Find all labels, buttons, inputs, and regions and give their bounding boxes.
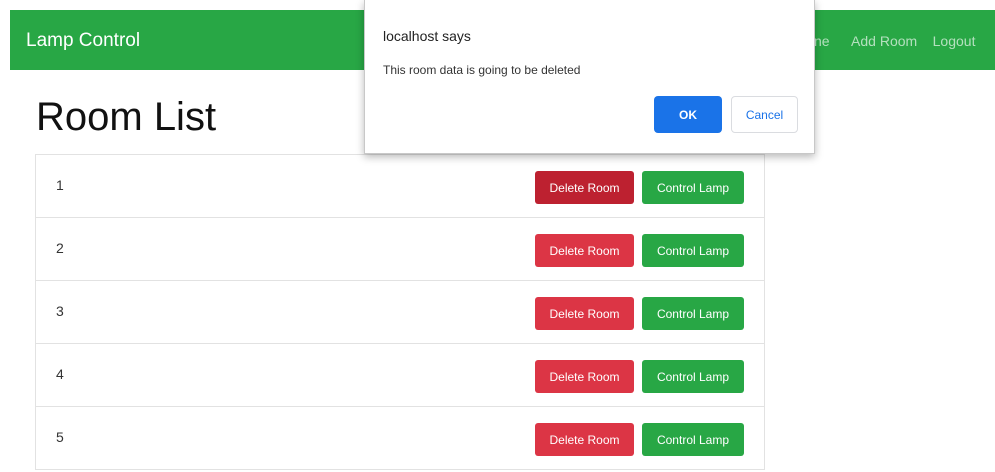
control-lamp-button[interactable]: Control Lamp [642,360,744,393]
control-lamp-button[interactable]: Control Lamp [642,171,744,204]
nav-link-add-room[interactable]: Add Room [851,33,917,49]
dialog-title: localhost says [383,28,471,44]
room-row-3: 3 Delete Room Control Lamp [36,281,764,344]
nav-link-logout[interactable]: Logout [933,33,976,49]
room-name: 2 [56,240,64,256]
page-title: Room List [36,95,217,139]
control-lamp-button[interactable]: Control Lamp [642,423,744,456]
room-name: 5 [56,429,64,445]
delete-room-button[interactable]: Delete Room [535,423,634,456]
page: Lamp Control ne Add Room Logout Room Lis… [0,0,995,472]
control-lamp-button[interactable]: Control Lamp [642,297,744,330]
room-name: 1 [56,177,64,193]
nav-links: ne Add Room Logout [814,33,986,51]
delete-room-button[interactable]: Delete Room [535,171,634,204]
navbar-brand[interactable]: Lamp Control [26,30,140,52]
control-lamp-button[interactable]: Control Lamp [642,234,744,267]
room-row-1: 1 Delete Room Control Lamp [36,155,764,218]
delete-room-button[interactable]: Delete Room [535,360,634,393]
room-list: 1 Delete Room Control Lamp 2 Delete Room… [35,154,765,470]
confirm-dialog: localhost says This room data is going t… [364,0,815,154]
delete-room-button[interactable]: Delete Room [535,297,634,330]
ok-button[interactable]: OK [654,96,722,133]
room-name: 3 [56,303,64,319]
room-row-4: 4 Delete Room Control Lamp [36,344,764,407]
cancel-button[interactable]: Cancel [731,96,798,133]
nav-link-home[interactable]: ne [814,33,830,49]
dialog-message: This room data is going to be deleted [383,63,581,77]
room-row-2: 2 Delete Room Control Lamp [36,218,764,281]
room-name: 4 [56,366,64,382]
delete-room-button[interactable]: Delete Room [535,234,634,267]
room-row-5: 5 Delete Room Control Lamp [36,407,764,470]
